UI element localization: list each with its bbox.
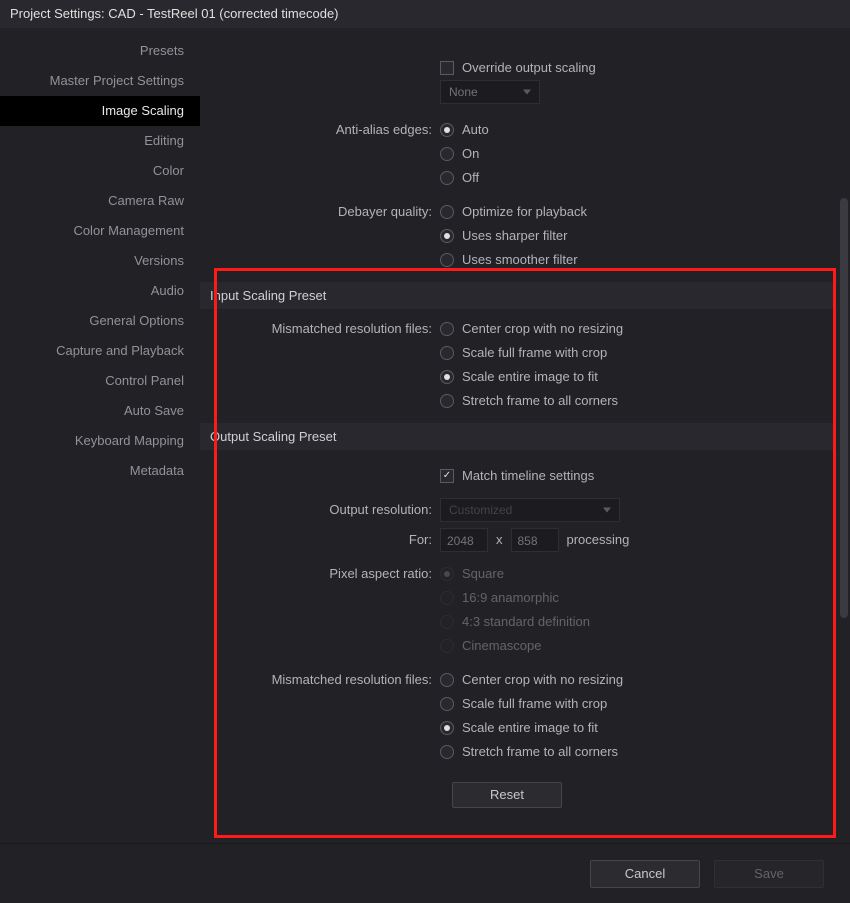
debayer-optimize-label: Optimize for playback	[462, 200, 587, 224]
save-button-label: Save	[754, 866, 784, 881]
output-for-sep: x	[496, 528, 503, 552]
debayer-sharper-radio[interactable]	[440, 229, 454, 243]
sidebar-item-color-management[interactable]: Color Management	[0, 216, 200, 246]
match-timeline-label: Match timeline settings	[462, 464, 594, 488]
window-titlebar: Project Settings: CAD - TestReel 01 (cor…	[0, 0, 850, 28]
output-mismatch-scaleentire-label: Scale entire image to fit	[462, 716, 598, 740]
cancel-button[interactable]: Cancel	[590, 860, 700, 888]
content: Override output scaling None Anti-alias …	[200, 28, 836, 838]
output-mismatch-centercrop-radio[interactable]	[440, 673, 454, 687]
cancel-button-label: Cancel	[625, 866, 665, 881]
input-mismatch-stretch-radio[interactable]	[440, 394, 454, 408]
output-for-suffix: processing	[567, 528, 630, 552]
anti-alias-label: Anti-alias edges:	[200, 118, 440, 142]
par-169-label: 16:9 anamorphic	[462, 586, 559, 610]
debayer-sharper-label: Uses sharper filter	[462, 224, 567, 248]
par-43-label: 4:3 standard definition	[462, 610, 590, 634]
par-square-radio	[440, 567, 454, 581]
output-resolution-label: Output resolution:	[200, 498, 440, 522]
override-output-scaling-value: None	[449, 80, 478, 104]
override-output-scaling-select[interactable]: None	[440, 80, 540, 104]
output-mismatch-stretch-label: Stretch frame to all corners	[462, 740, 618, 764]
output-mismatch-scaleentire-radio[interactable]	[440, 721, 454, 735]
bottom-bar: Cancel Save	[0, 843, 850, 903]
output-scaling-preset-header: Output Scaling Preset	[200, 423, 836, 450]
input-mismatch-scalefull-label: Scale full frame with crop	[462, 341, 607, 365]
output-mismatch-centercrop-label: Center crop with no resizing	[462, 668, 623, 692]
input-mismatch-scaleentire-radio[interactable]	[440, 370, 454, 384]
override-output-scaling-checkbox[interactable]	[440, 61, 454, 75]
sidebar-item-metadata[interactable]: Metadata	[0, 456, 200, 486]
sidebar-item-image-scaling[interactable]: Image Scaling	[0, 96, 200, 126]
project-settings-window: Project Settings: CAD - TestReel 01 (cor…	[0, 0, 850, 903]
sidebar-item-master-project-settings[interactable]: Master Project Settings	[0, 66, 200, 96]
sidebar-item-general-options[interactable]: General Options	[0, 306, 200, 336]
input-mismatch-scalefull-radio[interactable]	[440, 346, 454, 360]
main-panel: Override output scaling None Anti-alias …	[200, 28, 850, 843]
par-169-radio	[440, 591, 454, 605]
anti-alias-off-label: Off	[462, 166, 479, 190]
sidebar: Presets Master Project Settings Image Sc…	[0, 28, 200, 843]
input-mismatch-stretch-label: Stretch frame to all corners	[462, 389, 618, 413]
scrollbar[interactable]	[840, 198, 848, 618]
pixel-aspect-ratio-label: Pixel aspect ratio:	[200, 562, 440, 586]
par-cinemascope-label: Cinemascope	[462, 634, 542, 658]
override-output-scaling-label: Override output scaling	[462, 56, 596, 80]
anti-alias-on-radio[interactable]	[440, 147, 454, 161]
window-body: Presets Master Project Settings Image Sc…	[0, 28, 850, 843]
window-title: Project Settings: CAD - TestReel 01 (cor…	[10, 6, 339, 21]
sidebar-item-presets[interactable]: Presets	[0, 36, 200, 66]
sidebar-item-color[interactable]: Color	[0, 156, 200, 186]
debayer-optimize-radio[interactable]	[440, 205, 454, 219]
anti-alias-off-radio[interactable]	[440, 171, 454, 185]
sidebar-item-versions[interactable]: Versions	[0, 246, 200, 276]
anti-alias-auto-label: Auto	[462, 118, 489, 142]
output-resolution-value: Customized	[449, 498, 512, 522]
match-timeline-checkbox[interactable]	[440, 469, 454, 483]
output-mismatch-scalefull-radio[interactable]	[440, 697, 454, 711]
output-mismatch-stretch-radio[interactable]	[440, 745, 454, 759]
output-mismatch-label: Mismatched resolution files:	[200, 668, 440, 692]
reset-button[interactable]: Reset	[452, 782, 562, 808]
sidebar-item-keyboard-mapping[interactable]: Keyboard Mapping	[0, 426, 200, 456]
par-43-radio	[440, 615, 454, 629]
output-for-label: For:	[200, 528, 440, 552]
input-mismatch-scaleentire-label: Scale entire image to fit	[462, 365, 598, 389]
output-height-input[interactable]: 858	[511, 528, 559, 552]
debayer-smoother-radio[interactable]	[440, 253, 454, 267]
sidebar-item-auto-save[interactable]: Auto Save	[0, 396, 200, 426]
output-resolution-select[interactable]: Customized	[440, 498, 620, 522]
output-mismatch-scalefull-label: Scale full frame with crop	[462, 692, 607, 716]
reset-button-label: Reset	[490, 783, 524, 807]
par-square-label: Square	[462, 562, 504, 586]
sidebar-item-control-panel[interactable]: Control Panel	[0, 366, 200, 396]
input-scaling-preset-header: Input Scaling Preset	[200, 282, 836, 309]
anti-alias-auto-radio[interactable]	[440, 123, 454, 137]
sidebar-item-editing[interactable]: Editing	[0, 126, 200, 156]
sidebar-item-capture-and-playback[interactable]: Capture and Playback	[0, 336, 200, 366]
input-mismatch-centercrop-label: Center crop with no resizing	[462, 317, 623, 341]
save-button: Save	[714, 860, 824, 888]
debayer-smoother-label: Uses smoother filter	[462, 248, 578, 272]
par-cinemascope-radio	[440, 639, 454, 653]
sidebar-item-audio[interactable]: Audio	[0, 276, 200, 306]
sidebar-item-camera-raw[interactable]: Camera Raw	[0, 186, 200, 216]
output-width-input[interactable]: 2048	[440, 528, 488, 552]
anti-alias-on-label: On	[462, 142, 479, 166]
input-mismatch-centercrop-radio[interactable]	[440, 322, 454, 336]
input-mismatch-label: Mismatched resolution files:	[200, 317, 440, 341]
debayer-label: Debayer quality:	[200, 200, 440, 224]
